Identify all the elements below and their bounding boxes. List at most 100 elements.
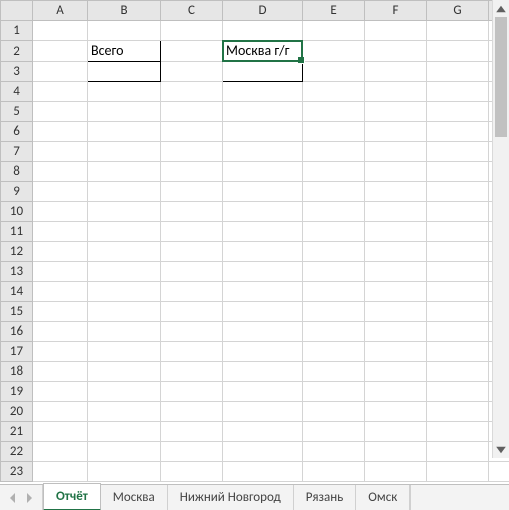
row-header-12[interactable]: 12 [1, 242, 33, 262]
cell-A8[interactable] [33, 162, 88, 182]
cell-G4[interactable] [427, 82, 489, 102]
cell-F2[interactable] [365, 41, 427, 62]
cell-C22[interactable] [161, 442, 223, 462]
cell-A3[interactable] [33, 62, 88, 82]
cell-E12[interactable] [303, 242, 365, 262]
column-header-C[interactable]: C [161, 1, 223, 21]
row-header-5[interactable]: 5 [1, 102, 33, 122]
cell-D5[interactable] [223, 102, 303, 122]
column-header-A[interactable]: A [33, 1, 88, 21]
cell-C13[interactable] [161, 262, 223, 282]
cell-F8[interactable] [365, 162, 427, 182]
cell-G17[interactable] [427, 342, 489, 362]
cell-B23[interactable] [88, 462, 161, 482]
cell-G8[interactable] [427, 162, 489, 182]
cell-D4[interactable] [223, 82, 303, 102]
cell-C7[interactable] [161, 142, 223, 162]
cell-B7[interactable] [88, 142, 161, 162]
cell-C4[interactable] [161, 82, 223, 102]
cell-E15[interactable] [303, 302, 365, 322]
cell-C2[interactable] [161, 41, 223, 62]
cell-F18[interactable] [365, 362, 427, 382]
cell-B8[interactable] [88, 162, 161, 182]
cell-A9[interactable] [33, 182, 88, 202]
sheet-tab-1[interactable]: Москва [101, 485, 168, 510]
cell-D9[interactable] [223, 182, 303, 202]
cell-B14[interactable] [88, 282, 161, 302]
row-header-15[interactable]: 15 [1, 302, 33, 322]
cell-G6[interactable] [427, 122, 489, 142]
cell-E13[interactable] [303, 262, 365, 282]
column-header-F[interactable]: F [365, 1, 427, 21]
cell-E14[interactable] [303, 282, 365, 302]
cell-B17[interactable] [88, 342, 161, 362]
cell-G23[interactable] [427, 462, 489, 482]
row-header-20[interactable]: 20 [1, 402, 33, 422]
cell-E11[interactable] [303, 222, 365, 242]
row-header-3[interactable]: 3 [1, 62, 33, 82]
cell-B4[interactable] [88, 82, 161, 102]
cell-E21[interactable] [303, 422, 365, 442]
cell-B2[interactable]: Всего [88, 41, 161, 62]
cell-B1[interactable] [88, 21, 161, 41]
row-header-1[interactable]: 1 [1, 21, 33, 41]
tab-nav-next-icon[interactable] [22, 489, 36, 507]
cell-G19[interactable] [427, 382, 489, 402]
cell-F20[interactable] [365, 402, 427, 422]
cell-E19[interactable] [303, 382, 365, 402]
column-header-G[interactable]: G [427, 1, 489, 21]
select-all-corner[interactable] [1, 1, 33, 21]
cell-G1[interactable] [427, 21, 489, 41]
cell-F22[interactable] [365, 442, 427, 462]
cell-A20[interactable] [33, 402, 88, 422]
cell-E9[interactable] [303, 182, 365, 202]
cell-D6[interactable] [223, 122, 303, 142]
cell-C16[interactable] [161, 322, 223, 342]
cell-G7[interactable] [427, 142, 489, 162]
row-header-8[interactable]: 8 [1, 162, 33, 182]
cell-E5[interactable] [303, 102, 365, 122]
row-header-17[interactable]: 17 [1, 342, 33, 362]
cell-E3[interactable] [303, 62, 365, 82]
row-header-7[interactable]: 7 [1, 142, 33, 162]
cell-E16[interactable] [303, 322, 365, 342]
scrollbar-track[interactable] [493, 17, 509, 441]
row-header-19[interactable]: 19 [1, 382, 33, 402]
cell-E2[interactable] [303, 41, 365, 62]
cell-D20[interactable] [223, 402, 303, 422]
cell-A6[interactable] [33, 122, 88, 142]
cell-A19[interactable] [33, 382, 88, 402]
cell-F13[interactable] [365, 262, 427, 282]
cell-G15[interactable] [427, 302, 489, 322]
row-header-21[interactable]: 21 [1, 422, 33, 442]
cell-A11[interactable] [33, 222, 88, 242]
cell-D15[interactable] [223, 302, 303, 322]
cell-D12[interactable] [223, 242, 303, 262]
cell-D18[interactable] [223, 362, 303, 382]
cell-A22[interactable] [33, 442, 88, 462]
cell-E18[interactable] [303, 362, 365, 382]
row-header-2[interactable]: 2 [1, 41, 33, 62]
cell-C23[interactable] [161, 462, 223, 482]
column-header-E[interactable]: E [303, 1, 365, 21]
cell-B20[interactable] [88, 402, 161, 422]
cell-F19[interactable] [365, 382, 427, 402]
cell-B13[interactable] [88, 262, 161, 282]
cell-B21[interactable] [88, 422, 161, 442]
tab-nav-prev-icon[interactable] [6, 489, 20, 507]
cell-D1[interactable] [223, 21, 303, 41]
cell-C12[interactable] [161, 242, 223, 262]
cell-C5[interactable] [161, 102, 223, 122]
cell-D7[interactable] [223, 142, 303, 162]
cell-D22[interactable] [223, 442, 303, 462]
cell-E7[interactable] [303, 142, 365, 162]
cell-F16[interactable] [365, 322, 427, 342]
cell-B15[interactable] [88, 302, 161, 322]
cell-F10[interactable] [365, 202, 427, 222]
row-header-16[interactable]: 16 [1, 322, 33, 342]
cell-B10[interactable] [88, 202, 161, 222]
cell-A16[interactable] [33, 322, 88, 342]
cell-A17[interactable] [33, 342, 88, 362]
cell-G11[interactable] [427, 222, 489, 242]
row-header-10[interactable]: 10 [1, 202, 33, 222]
